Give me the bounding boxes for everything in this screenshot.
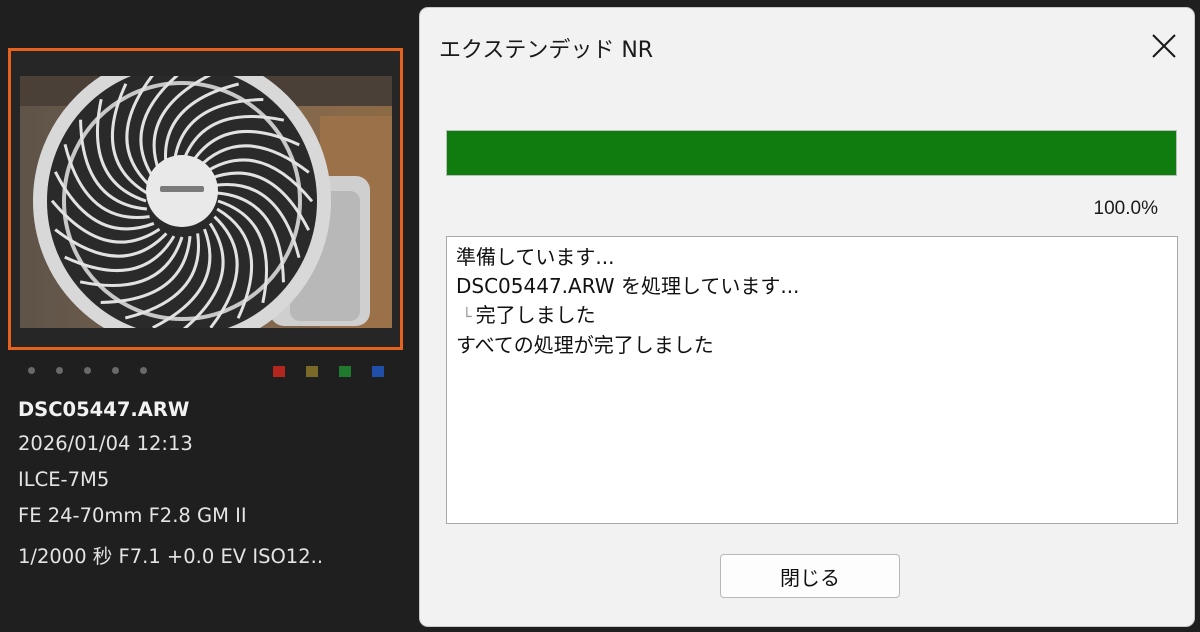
rating-dot[interactable] (112, 367, 119, 374)
progress-fill (447, 131, 1176, 175)
color-label-green[interactable] (339, 366, 351, 377)
close-button[interactable]: 閉じる (720, 554, 900, 598)
log-line: 準備しています... (456, 245, 615, 269)
rating-dot[interactable] (140, 367, 147, 374)
close-icon-glyph (1152, 34, 1176, 58)
color-label-yellow[interactable] (306, 366, 318, 377)
file-name: DSC05447.ARW (18, 398, 190, 421)
log-line-sub: └ 完了しました (456, 301, 1168, 331)
rating-dot[interactable] (84, 367, 91, 374)
close-icon[interactable] (1142, 24, 1186, 68)
exposure-info: 1/2000 秒 F7.1 +0.0 EV ISO12.. (18, 545, 324, 568)
rating-dot[interactable] (56, 367, 63, 374)
capture-datetime: 2026/01/04 12:13 (18, 432, 193, 455)
rating-dot[interactable] (28, 367, 35, 374)
progress-bar (446, 130, 1177, 176)
dialog-title: エクステンデッド NR (439, 38, 654, 63)
progress-percent: 100.0% (1093, 198, 1158, 219)
extended-nr-dialog: エクステンデッド NR 100.0% 準備しています... DSC05447.A… (419, 7, 1195, 627)
lens-name: FE 24-70mm F2.8 GM II (18, 504, 247, 527)
log-line: DSC05447.ARW を処理しています... (456, 274, 800, 298)
log-line: すべての処理が完了しました (456, 333, 714, 357)
tree-branch-icon: └ (462, 307, 472, 326)
color-label-red[interactable] (273, 366, 285, 377)
fan-photo (20, 76, 392, 328)
photo-thumbnail (20, 76, 392, 328)
color-label-blue[interactable] (372, 366, 384, 377)
selected-thumbnail[interactable] (8, 48, 403, 350)
log-output[interactable]: 準備しています... DSC05447.ARW を処理しています... └ 完了し… (446, 236, 1178, 524)
log-line-text: 完了しました (475, 303, 596, 327)
camera-model: ILCE-7M5 (18, 468, 110, 491)
